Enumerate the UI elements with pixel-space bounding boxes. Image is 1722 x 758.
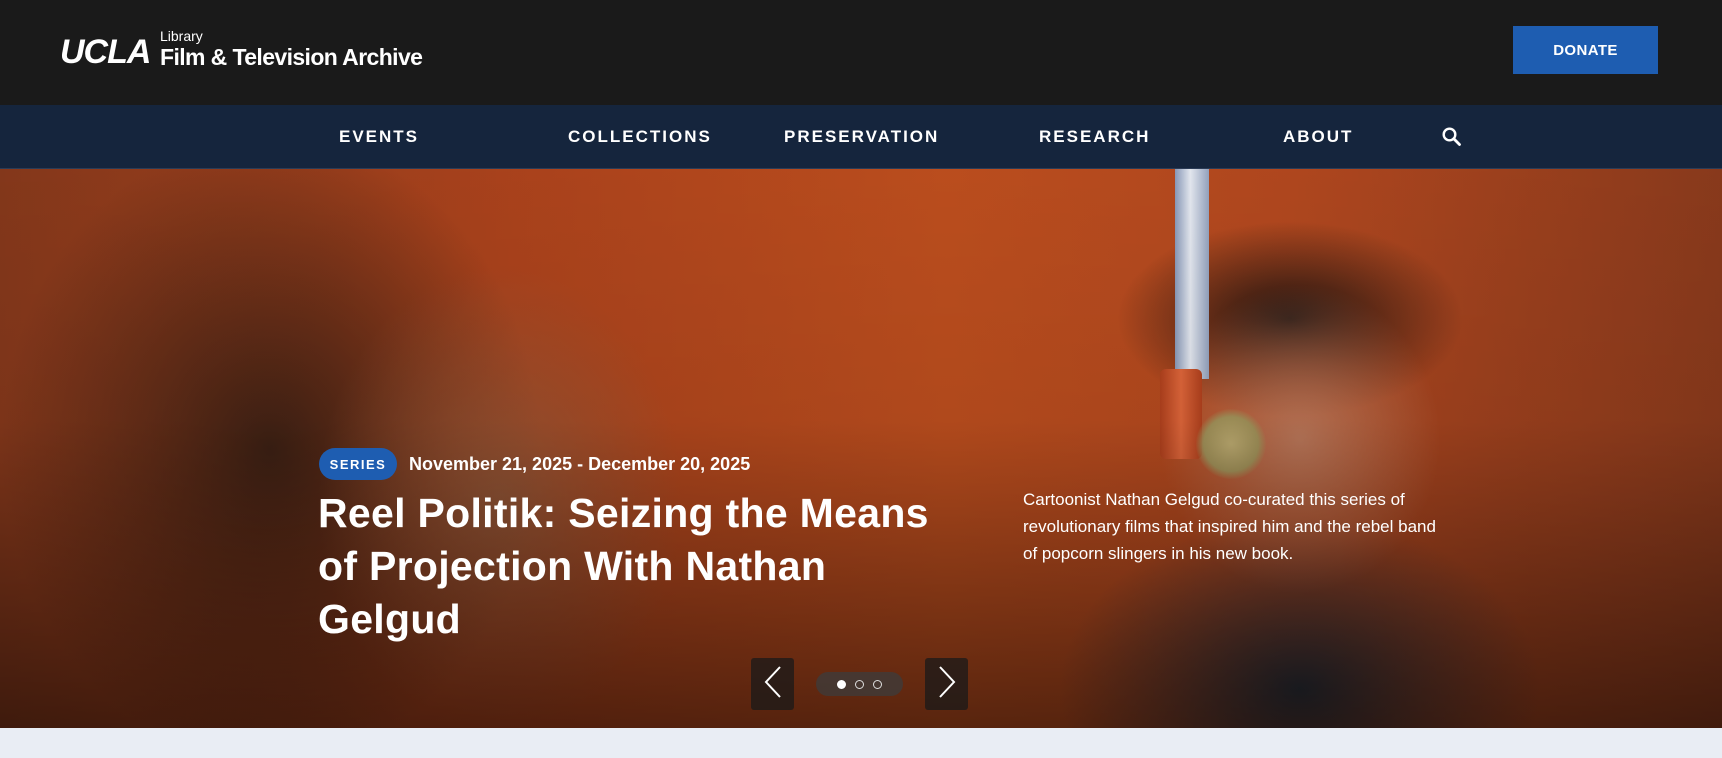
nav-item-collections[interactable]: COLLECTIONS [568,105,712,169]
carousel-dot-2[interactable] [855,679,864,689]
main-nav: EVENTS COLLECTIONS PRESERVATION RESEARCH… [0,105,1722,169]
site-header: UCLA Library Film & Television Archive D… [0,0,1722,105]
logo-ucla-wordmark: UCLA [60,33,151,71]
nav-item-preservation[interactable]: PRESERVATION [784,105,939,169]
carousel-prev-button[interactable] [751,658,794,710]
carousel-next-button[interactable] [925,658,968,710]
donate-button[interactable]: DONATE [1513,26,1658,74]
search-icon[interactable] [1440,125,1464,149]
carousel-pagination [816,672,903,696]
carousel-dot-3[interactable] [873,679,882,689]
hero-description: Cartoonist Nathan Gelgud co-curated this… [1023,490,1436,563]
chevron-left-icon [763,665,783,704]
carousel-dot-1[interactable] [837,679,846,689]
nav-item-about[interactable]: ABOUT [1283,105,1353,169]
series-badge: SERIES [319,448,397,480]
page-content-area [0,728,1722,758]
chevron-right-icon [937,665,957,704]
logo-library-label: Library [160,28,203,44]
hero-title[interactable]: Reel Politik: Seizing the Means of Proje… [318,487,978,646]
logo-archive-name: Film & Television Archive [160,44,423,70]
nav-item-research[interactable]: RESEARCH [1039,105,1150,169]
nav-item-events[interactable]: EVENTS [339,105,419,169]
series-dates: November 21, 2025 - December 20, 2025 [409,454,751,474]
